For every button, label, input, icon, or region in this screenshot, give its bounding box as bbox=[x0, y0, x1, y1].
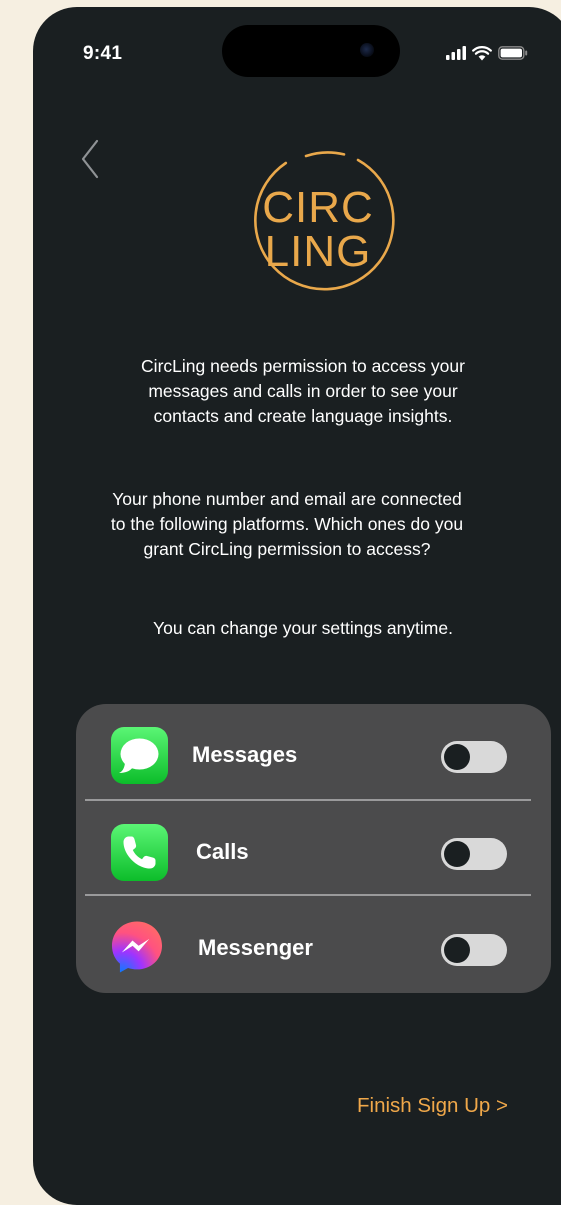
permission-row-messages: Messages bbox=[76, 704, 551, 798]
permissions-card: Messages Calls Messenger bbox=[76, 704, 551, 993]
finish-sign-up-button[interactable]: Finish Sign Up > bbox=[357, 1094, 508, 1118]
status-time: 9:41 bbox=[83, 43, 123, 64]
permission-row-messenger: Messenger bbox=[76, 896, 551, 990]
toggle-knob bbox=[444, 937, 470, 963]
permission-description: CircLing needs permission to access your… bbox=[141, 356, 465, 426]
logo-text-bottom: LING bbox=[265, 227, 372, 276]
chevron-left-icon bbox=[81, 139, 99, 179]
wifi-icon bbox=[472, 45, 492, 60]
platforms-description: Your phone number and email are connecte… bbox=[110, 489, 464, 559]
camera-icon bbox=[360, 43, 374, 57]
toggle-knob bbox=[444, 744, 470, 770]
settings-note: You can change your settings anytime. bbox=[153, 618, 453, 638]
logo-text-top: CIRC bbox=[262, 183, 374, 232]
phone-screen: 9:41 CIRC LING CircLing needs permission… bbox=[33, 7, 561, 1205]
battery-icon bbox=[498, 46, 528, 60]
permission-label: Calls bbox=[196, 839, 249, 864]
cellular-signal-icon bbox=[446, 46, 466, 60]
circling-logo: CIRC LING bbox=[254, 151, 395, 291]
calls-toggle[interactable] bbox=[441, 838, 507, 870]
permission-row-calls: Calls bbox=[76, 801, 551, 895]
messages-toggle[interactable] bbox=[441, 741, 507, 773]
toggle-knob bbox=[444, 841, 470, 867]
messages-icon bbox=[111, 727, 168, 784]
status-bar: 9:41 bbox=[33, 7, 561, 97]
permission-label: Messenger bbox=[198, 935, 313, 960]
dynamic-island bbox=[222, 25, 400, 77]
messenger-toggle[interactable] bbox=[441, 934, 507, 966]
phone-icon bbox=[111, 824, 168, 881]
messenger-icon bbox=[111, 921, 163, 973]
permission-label: Messages bbox=[192, 742, 298, 767]
back-button[interactable] bbox=[75, 137, 105, 181]
status-icons bbox=[446, 45, 528, 61]
